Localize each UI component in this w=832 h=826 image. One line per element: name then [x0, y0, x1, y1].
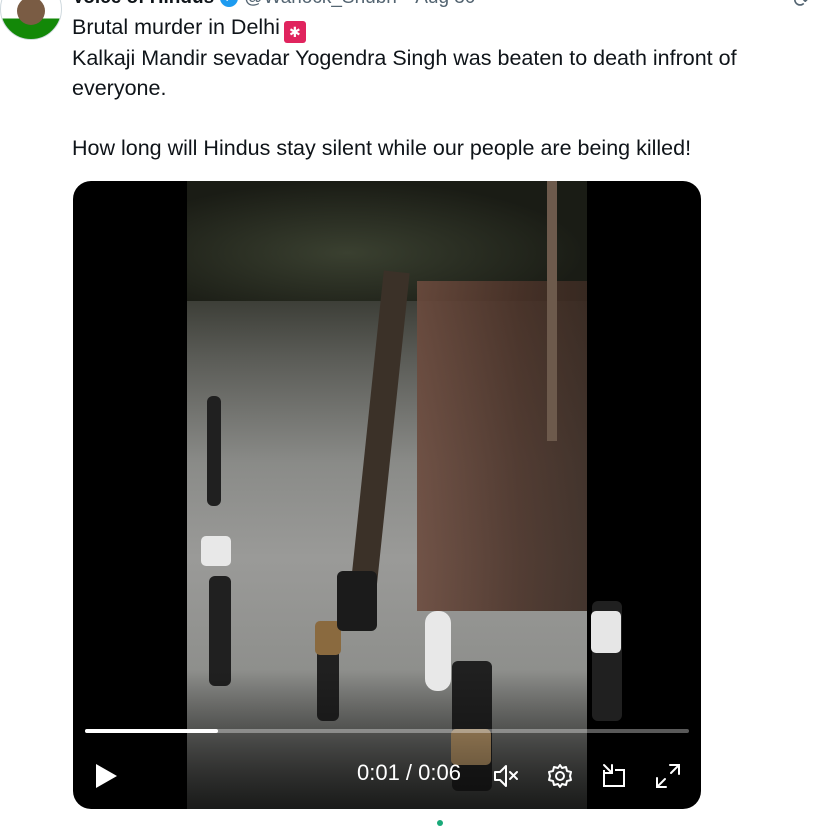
video-frame — [187, 181, 622, 809]
police-siren-icon: ✱ — [283, 21, 306, 43]
mute-button[interactable] — [491, 761, 521, 791]
tweet-header: Voice of Hindus ✓ @Warlock_Shubh · Aug 3… — [72, 0, 475, 10]
mute-icon — [494, 765, 518, 787]
tweet-line-1: Brutal murder in Delhi ✱ — [72, 12, 802, 43]
video-tree-trunk — [350, 270, 410, 592]
scroll-indicator — [437, 820, 443, 826]
picture-in-picture-icon — [603, 764, 625, 787]
gear-icon — [548, 764, 572, 788]
fullscreen-button[interactable] — [653, 761, 683, 791]
play-button[interactable] — [93, 762, 119, 790]
separator-dot: · — [403, 0, 409, 9]
video-motorcycle — [337, 571, 377, 631]
avatar[interactable] — [0, 0, 62, 40]
video-pole — [547, 181, 557, 441]
video-person — [201, 536, 231, 566]
verified-badge-icon: ✓ — [220, 0, 239, 7]
progress-fill — [85, 729, 218, 733]
picture-in-picture-button[interactable] — [599, 761, 629, 791]
play-icon — [96, 764, 117, 788]
video-wall — [417, 281, 587, 611]
video-dog — [425, 611, 451, 691]
tweet-line-2: Kalkaji Mandir sevadar Yogendra Singh wa… — [72, 46, 737, 100]
time-display: 0:01 / 0:06 — [357, 760, 461, 785]
tweet-line-1-text: Brutal murder in Delhi — [72, 15, 280, 39]
video-person — [591, 611, 621, 653]
tweet-text: Brutal murder in Delhi ✱ Kalkaji Mandir s… — [72, 12, 802, 163]
avatar-face — [17, 0, 45, 25]
progress-bar[interactable] — [85, 729, 689, 733]
video-player[interactable]: 0:01 / 0:06 — [73, 181, 701, 809]
tweet-date[interactable]: Aug 30 — [415, 0, 475, 9]
settings-button[interactable] — [545, 761, 575, 791]
video-controls: 0:01 / 0:06 — [73, 756, 701, 796]
display-name[interactable]: Voice of Hindus — [72, 0, 214, 9]
handle[interactable]: @Warlock_Shubh — [244, 0, 397, 9]
tweet-line-3: How long will Hindus stay silent while o… — [72, 136, 692, 160]
fullscreen-icon — [656, 764, 680, 788]
